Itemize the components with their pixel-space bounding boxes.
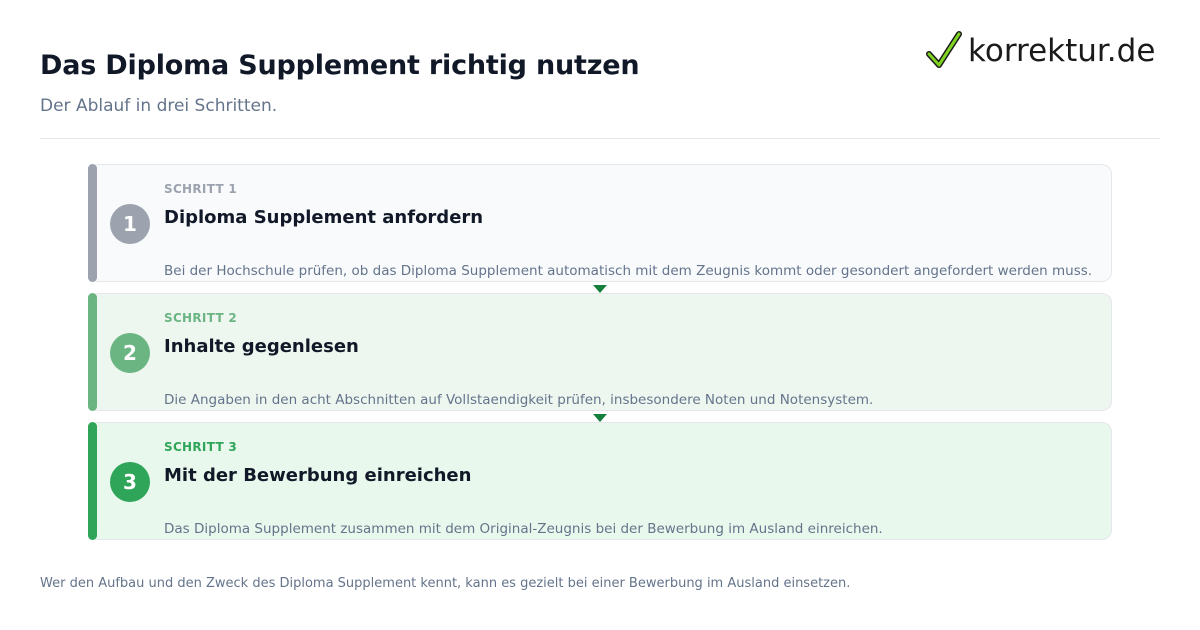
checkmark-icon [926, 31, 962, 68]
step-title: Mit der Bewerbung einreichen [164, 465, 472, 486]
brand-logo-text: korrektur.de [968, 33, 1156, 69]
step-accent-bar [88, 164, 97, 282]
step-label: SCHRITT 3 [164, 440, 238, 454]
step-title: Diploma Supplement anfordern [164, 207, 484, 228]
step-description: Das Diploma Supplement zusammen mit dem … [164, 521, 883, 537]
step-card-3: 3 SCHRITT 3 Mit der Bewerbung einreichen… [88, 422, 1112, 540]
footer-note: Wer den Aufbau und den Zweck des Diploma… [40, 576, 851, 591]
step-accent-bar [88, 422, 97, 540]
step-card-1: 1 SCHRITT 1 Diploma Supplement anfordern… [88, 164, 1112, 282]
step-number-badge: 2 [110, 333, 150, 373]
step-number-badge: 1 [110, 204, 150, 244]
step-card-2: 2 SCHRITT 2 Inhalte gegenlesen Die Angab… [88, 293, 1112, 411]
page-subtitle: Der Ablauf in drei Schritten. [40, 96, 278, 116]
step-label: SCHRITT 1 [164, 182, 238, 196]
header-divider [40, 138, 1160, 139]
step-label: SCHRITT 2 [164, 311, 238, 325]
step-connector-arrow [593, 414, 607, 422]
brand-logo[interactable]: korrektur.de [926, 30, 1155, 72]
step-number-badge: 3 [110, 462, 150, 502]
step-accent-bar [88, 293, 97, 411]
step-title: Inhalte gegenlesen [164, 336, 359, 357]
step-description: Bei der Hochschule prüfen, ob das Diplom… [164, 263, 1093, 279]
page-title: Das Diploma Supplement richtig nutzen [40, 50, 640, 81]
step-description: Die Angaben in den acht Abschnitten auf … [164, 392, 874, 408]
step-connector-arrow [593, 285, 607, 293]
